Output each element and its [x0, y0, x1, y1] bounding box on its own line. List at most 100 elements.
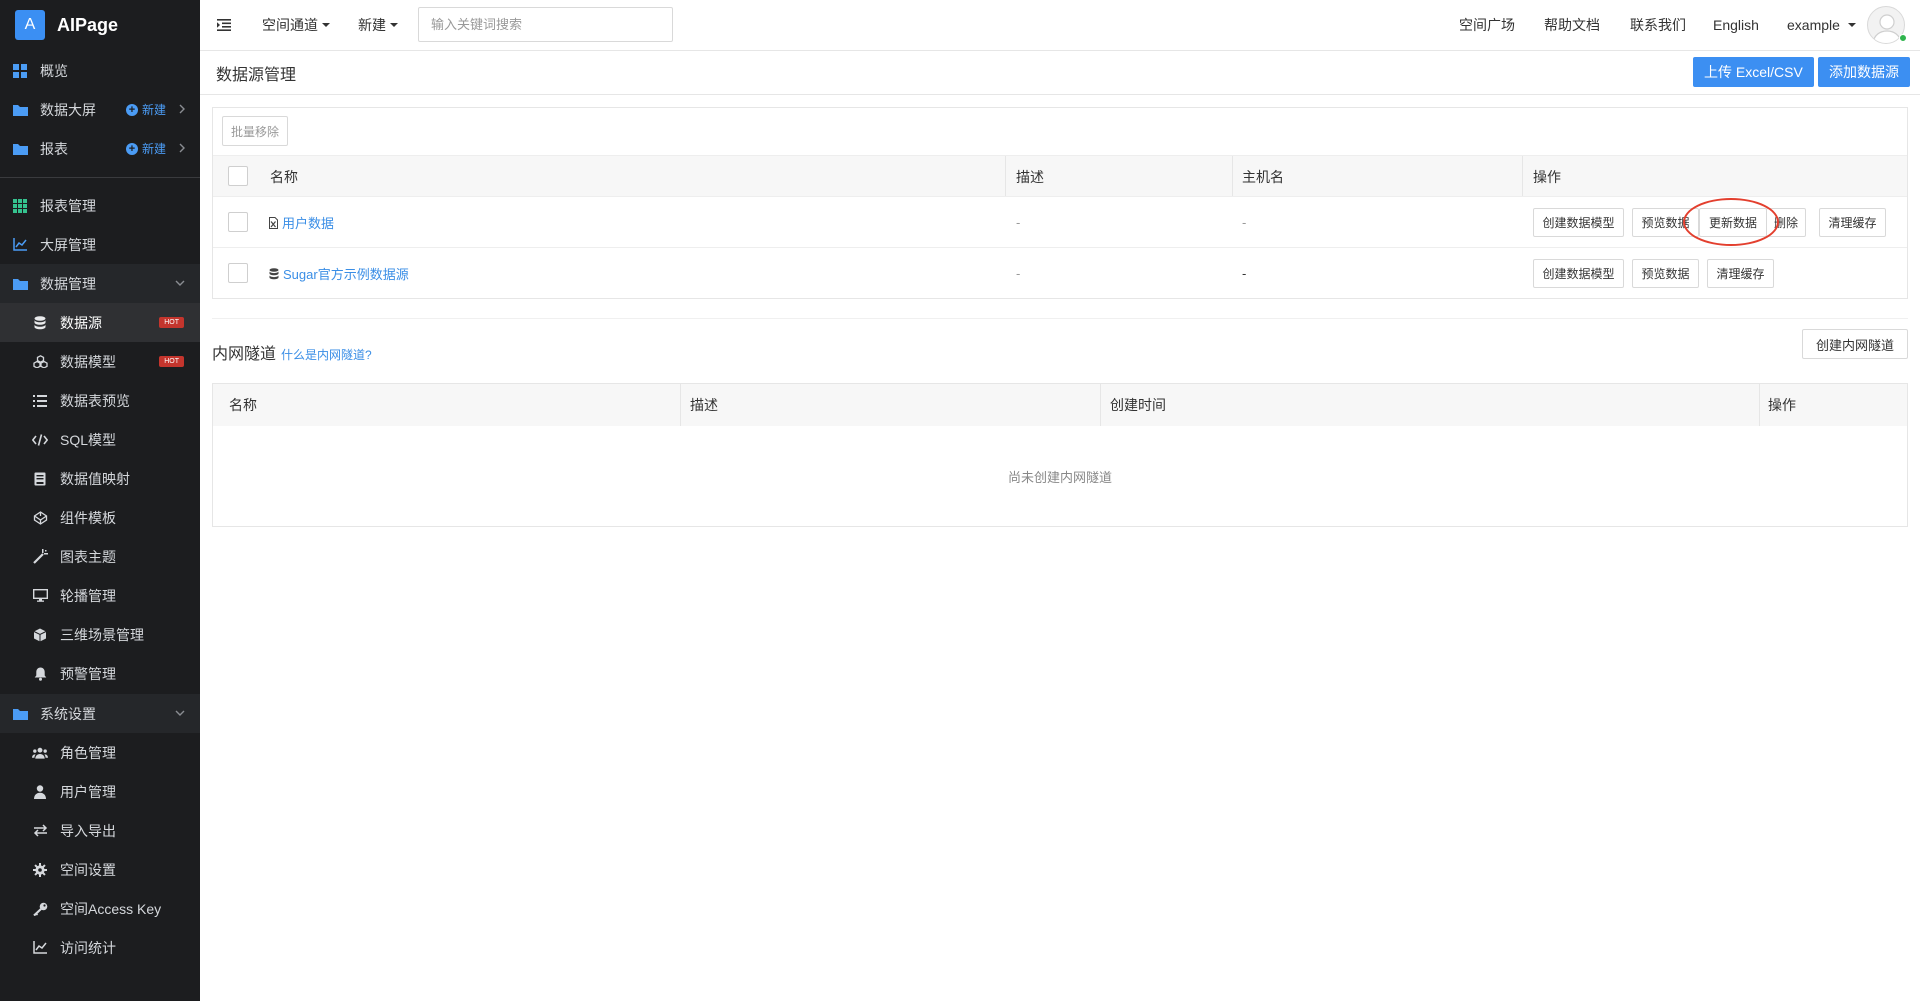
sidebar-item-report[interactable]: 报表 + 新建 [0, 129, 200, 168]
language-switch[interactable]: English [1713, 0, 1759, 50]
sidebar-item-label: 用户管理 [60, 783, 116, 800]
sidebar-item-label: 三维场景管理 [60, 626, 144, 643]
tunnel-table: 名称 描述 创建时间 操作 尚未创建内网隧道 [212, 383, 1908, 527]
create-data-model-button[interactable]: 创建数据模型 [1533, 259, 1624, 288]
sidebar-item-data-model[interactable]: 数据模型 HOT [0, 342, 200, 381]
plus-circle-icon: + [125, 103, 138, 116]
new-big-screen-link[interactable]: + 新建 [125, 90, 166, 129]
column-header-actions: 操作 [1768, 397, 1796, 413]
column-divider [1005, 156, 1006, 197]
sidebar-item-label: 概览 [40, 62, 68, 79]
hot-badge: HOT [159, 356, 184, 367]
sidebar-item-label: 预警管理 [60, 665, 116, 682]
column-header-actions: 操作 [1533, 168, 1561, 185]
clear-cache-button[interactable]: 清理缓存 [1707, 259, 1774, 288]
row-checkbox[interactable] [228, 212, 248, 232]
sidebar-item-chart-theme[interactable]: 图表主题 [0, 537, 200, 576]
folder-icon [12, 102, 28, 118]
preview-data-button[interactable]: 预览数据 [1632, 259, 1699, 288]
sidebar-item-label: 数据值映射 [60, 470, 130, 487]
section-divider [212, 318, 1908, 319]
contact-us-link[interactable]: 联系我们 [1630, 0, 1686, 50]
space-channel-dropdown[interactable]: 空间通道 [262, 0, 330, 50]
dashboard-grid-icon [12, 63, 28, 79]
folder-open-icon [12, 706, 28, 722]
tunnel-section-title: 内网隧道 什么是内网隧道? [212, 346, 372, 363]
user-menu[interactable]: example [1787, 0, 1856, 50]
sidebar-item-table-preview[interactable]: 数据表预览 [0, 381, 200, 420]
bulk-remove-button[interactable]: 批量移除 [222, 116, 288, 146]
column-header-host: 主机名 [1242, 168, 1284, 185]
sidebar-item-label: 报表管理 [40, 197, 96, 214]
search-input[interactable] [418, 7, 673, 42]
sidebar-item-value-mapping[interactable]: 数据值映射 [0, 459, 200, 498]
chevron-down-icon [174, 709, 186, 717]
sidebar-item-roles[interactable]: 角色管理 [0, 733, 200, 772]
sidebar-item-screen-management[interactable]: 大屏管理 [0, 225, 200, 264]
column-divider [1232, 156, 1233, 197]
datasource-name-link[interactable]: 用户数据 [269, 197, 334, 248]
column-header-desc: 描述 [1016, 168, 1044, 185]
sidebar-item-label: 空间设置 [60, 861, 116, 878]
users-icon [32, 745, 48, 761]
sidebar-group-data-management[interactable]: 数据管理 [0, 264, 200, 303]
sidebar-item-overview[interactable]: 概览 [0, 51, 200, 90]
sidebar-item-label: 报表 [40, 140, 68, 157]
exchange-icon [32, 823, 48, 839]
sidebar: A AIPage 概览 数据大屏 + 新建 报表 + 新建 报表管理 大屏管理 数据… [0, 0, 200, 1001]
folder-open-icon [12, 276, 28, 292]
add-datasource-button[interactable]: 添加数据源 [1818, 57, 1910, 87]
select-all-checkbox[interactable] [228, 166, 248, 186]
sidebar-item-access-key[interactable]: 空间Access Key [0, 889, 200, 928]
clear-cache-button[interactable]: 清理缓存 [1819, 208, 1886, 237]
create-tunnel-button[interactable]: 创建内网隧道 [1802, 329, 1908, 359]
upload-excel-csv-button[interactable]: 上传 Excel/CSV [1693, 57, 1814, 87]
row-checkbox[interactable] [228, 263, 248, 283]
brand-logo: A [15, 10, 45, 40]
table-grid-icon [12, 198, 28, 214]
codepen-icon [32, 510, 48, 526]
sidebar-item-big-screen[interactable]: 数据大屏 + 新建 [0, 90, 200, 129]
caret-down-icon [1847, 23, 1856, 27]
sidebar-item-label: 数据源 [60, 314, 102, 331]
chevron-down-icon [174, 279, 186, 287]
column-divider [680, 384, 681, 426]
hot-badge: HOT [159, 317, 184, 328]
datasource-name-link[interactable]: Sugar官方示例数据源 [269, 248, 409, 299]
sidebar-item-access-stats[interactable]: 访问统计 [0, 928, 200, 967]
sidebar-item-component-template[interactable]: 组件模板 [0, 498, 200, 537]
sidebar-group-system-settings[interactable]: 系统设置 [0, 694, 200, 733]
column-header-name: 名称 [229, 397, 257, 413]
gear-icon [32, 862, 48, 878]
folder-icon [12, 141, 28, 157]
column-header-desc: 描述 [690, 397, 718, 413]
sidebar-divider [0, 177, 200, 178]
datasource-table: 批量移除 名称 描述 主机名 操作 用户数据 - - 创建数据模型 预览数据 更… [212, 107, 1908, 299]
sidebar-item-carousel[interactable]: 轮播管理 [0, 576, 200, 615]
brand[interactable]: A AIPage [0, 0, 200, 50]
sidebar-item-label: 数据表预览 [60, 392, 130, 409]
sidebar-item-label: 数据模型 [60, 353, 116, 370]
description-cell: - [1016, 215, 1021, 230]
help-docs-link[interactable]: 帮助文档 [1544, 0, 1600, 50]
page-header: 数据源管理 上传 Excel/CSV 添加数据源 [200, 51, 1920, 95]
new-dropdown[interactable]: 新建 [358, 0, 398, 50]
list-icon [32, 393, 48, 409]
sidebar-item-datasource[interactable]: 数据源 HOT [0, 303, 200, 342]
what-is-tunnel-link[interactable]: 什么是内网隧道? [281, 346, 372, 363]
space-plaza-link[interactable]: 空间广场 [1459, 0, 1515, 50]
sidebar-item-label: 角色管理 [60, 744, 116, 761]
sidebar-toggle[interactable] [217, 0, 231, 50]
sidebar-item-space-settings[interactable]: 空间设置 [0, 850, 200, 889]
sidebar-item-label: 轮播管理 [60, 587, 116, 604]
create-data-model-button[interactable]: 创建数据模型 [1533, 208, 1624, 237]
new-report-link[interactable]: + 新建 [125, 129, 166, 168]
hostname-cell: - [1242, 215, 1247, 230]
cube-icon [32, 627, 48, 643]
sidebar-item-import-export[interactable]: 导入导出 [0, 811, 200, 850]
sidebar-item-sql-model[interactable]: SQL模型 [0, 420, 200, 459]
sidebar-item-3d-scene[interactable]: 三维场景管理 [0, 615, 200, 654]
sidebar-item-users[interactable]: 用户管理 [0, 772, 200, 811]
sidebar-item-report-management[interactable]: 报表管理 [0, 186, 200, 225]
sidebar-item-alert[interactable]: 预警管理 [0, 654, 200, 693]
